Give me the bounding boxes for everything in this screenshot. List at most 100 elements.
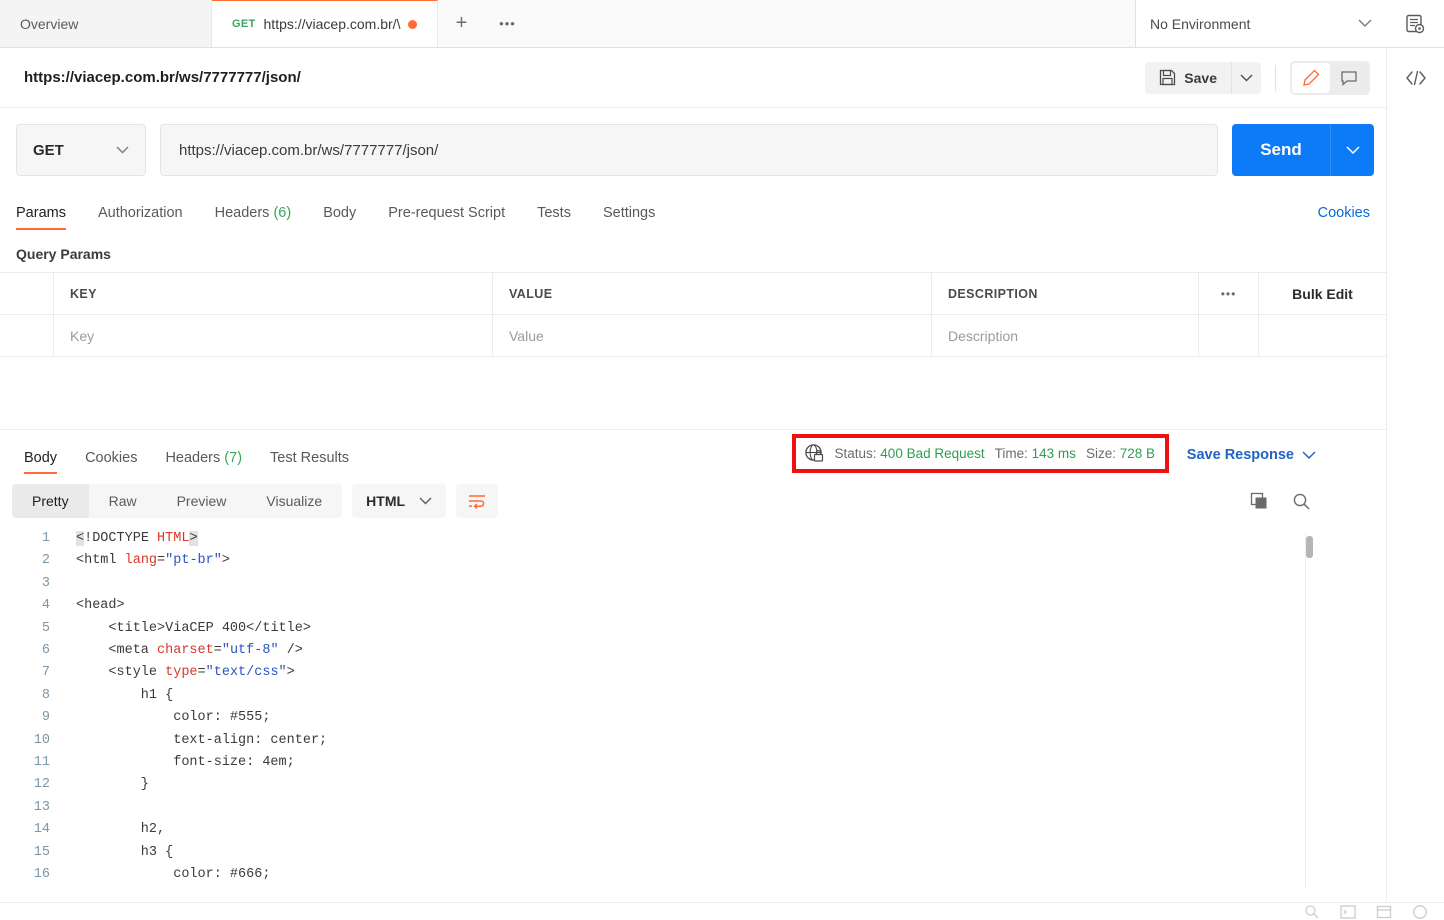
save-button[interactable]: Save	[1145, 61, 1231, 94]
code-line: h2,	[76, 822, 166, 838]
copy-button[interactable]	[1248, 490, 1270, 512]
request-tab-body-label: Body	[323, 205, 357, 221]
search-button[interactable]	[1290, 490, 1312, 512]
code-lines: <!DOCTYPE HTML> <html lang="pt-br"> <head…	[62, 528, 1328, 887]
view-mode-raw[interactable]: Raw	[89, 484, 157, 518]
save-options-button[interactable]	[1231, 61, 1261, 94]
request-tab-headers-count: (6)	[273, 205, 292, 221]
response-tab-test-results[interactable]: Test Results	[270, 450, 349, 474]
code-snippet-button[interactable]	[1387, 48, 1444, 108]
param-key-placeholder: Key	[70, 327, 95, 344]
request-tabs: Params Authorization Headers (6) Body Pr…	[0, 190, 1444, 230]
view-mode-visualize[interactable]: Visualize	[246, 484, 342, 518]
view-mode-pretty-label: Pretty	[32, 493, 69, 509]
code-line: font-size: 4em;	[76, 755, 295, 771]
code-line: <style type="text/css">	[108, 665, 295, 681]
line-number: 10	[33, 732, 50, 748]
request-tab-headers[interactable]: Headers (6)	[215, 205, 292, 230]
status-value: 400 Bad Request	[880, 446, 985, 461]
line-number: 11	[33, 755, 50, 771]
word-wrap-button[interactable]	[456, 484, 499, 518]
response-format-selector[interactable]: HTML	[352, 484, 447, 518]
tab-overview-label: Overview	[20, 15, 79, 32]
line-number: 7	[41, 665, 50, 681]
bulk-edit-button[interactable]: Bulk Edit	[1259, 273, 1386, 314]
param-description-placeholder: Description	[948, 327, 1019, 344]
response-tab-body[interactable]: Body	[24, 450, 58, 474]
response-view-toolbar: Pretty Raw Preview Visualize HTML	[0, 474, 1386, 528]
column-header-value-label: VALUE	[509, 286, 553, 301]
tab-overview[interactable]: Overview	[0, 0, 212, 47]
tab-strip-filler	[530, 0, 1136, 47]
view-mode-toggle	[1290, 60, 1370, 95]
comments-button[interactable]	[1330, 63, 1368, 93]
ellipsis-icon: •••	[499, 16, 516, 31]
request-tab-params[interactable]: Params	[16, 205, 66, 230]
method-label: GET	[33, 141, 64, 159]
request-tab-pre-request-script-label: Pre-request Script	[388, 205, 506, 221]
chevron-down-icon	[1345, 145, 1360, 155]
url-input[interactable]: https://viacep.com.br/ws/7777777/json/	[160, 124, 1218, 176]
save-button-label: Save	[1184, 69, 1217, 86]
request-tab-pre-request-script[interactable]: Pre-request Script	[388, 205, 505, 230]
unsaved-changes-dot	[408, 19, 418, 29]
line-number: 9	[41, 710, 50, 726]
edit-request-button[interactable]	[1292, 62, 1330, 93]
scrollbar-thumb[interactable]	[1306, 536, 1313, 558]
view-mode-preview[interactable]: Preview	[157, 484, 247, 518]
param-key-input[interactable]: Key	[54, 315, 493, 356]
row-bulk-cell	[1259, 315, 1386, 356]
send-options-button[interactable]	[1330, 124, 1374, 176]
param-description-input[interactable]: Description	[932, 315, 1199, 356]
size-label: Size:	[1085, 446, 1116, 461]
request-tab-settings-label: Settings	[602, 205, 656, 221]
request-tab-authorization-label: Authorization	[97, 205, 183, 221]
code-line: h1 {	[76, 687, 174, 703]
response-body-viewer[interactable]: 1 2 3 4 5 6 7 8 9 10 11 12 13 14 15 16 <!DOCTYPE HTML> <…	[0, 528, 1328, 896]
copy-icon	[1250, 492, 1269, 511]
query-params-label: Query Params	[16, 246, 111, 262]
response-status-bar: Status: 400 Bad Request Time: 143 ms Siz…	[791, 434, 1169, 473]
console-icon[interactable]	[1340, 904, 1356, 920]
response-tab-cookies[interactable]: Cookies	[85, 450, 137, 474]
row-checkbox-cell[interactable]	[0, 315, 54, 356]
code-line: <html lang="pt-br">	[76, 553, 230, 569]
column-header-description-label: DESCRIPTION	[948, 286, 1038, 301]
row-options-cell	[1199, 315, 1259, 356]
cookies-link[interactable]: Cookies	[1318, 205, 1370, 230]
new-tab-button[interactable]: +	[438, 0, 485, 47]
response-format-label: HTML	[366, 493, 406, 509]
chevron-down-icon	[1302, 450, 1316, 460]
method-selector[interactable]: GET	[16, 124, 146, 176]
response-scrollbar[interactable]	[1305, 534, 1313, 888]
line-number: 14	[33, 822, 50, 838]
toolbar-divider	[1275, 64, 1276, 91]
request-tab-body[interactable]: Body	[323, 205, 356, 230]
response-tabs: Body Cookies Headers (7) Test Results St…	[0, 430, 1386, 474]
help-icon[interactable]	[1412, 904, 1428, 920]
table-row[interactable]: Key Value Description	[0, 315, 1386, 357]
response-tab-headers[interactable]: Headers (7)	[165, 450, 242, 474]
find-replace-icon[interactable]	[1304, 904, 1320, 920]
request-tab-settings[interactable]: Settings	[603, 205, 655, 230]
view-mode-pretty[interactable]: Pretty	[12, 484, 89, 518]
tab-request-viacep[interactable]: GET https://viacep.com.br/\	[212, 0, 439, 47]
save-response-button[interactable]: Save Response	[1187, 447, 1316, 463]
line-number: 1	[41, 531, 50, 546]
request-tab-params-label: Params	[16, 205, 66, 221]
response-view-modes: Pretty Raw Preview Visualize	[12, 484, 343, 518]
request-tab-authorization[interactable]: Authorization	[98, 205, 183, 230]
environment-quick-look-button[interactable]	[1386, 0, 1444, 47]
layout-icon[interactable]	[1376, 904, 1392, 920]
environment-selector[interactable]: No Environment	[1136, 0, 1386, 47]
ellipsis-icon: •••	[1220, 286, 1237, 301]
request-title-row: https://viacep.com.br/ws/7777777/json/ S…	[0, 48, 1386, 108]
params-options-button[interactable]: •••	[1199, 273, 1259, 314]
tab-options-button[interactable]: •••	[484, 0, 531, 47]
param-value-input[interactable]: Value	[493, 315, 932, 356]
send-button[interactable]: Send	[1232, 124, 1330, 176]
chevron-down-icon	[116, 146, 129, 154]
request-tab-tests[interactable]: Tests	[537, 205, 571, 230]
code-line: <title>ViaCEP 400</title>	[108, 620, 311, 636]
line-number: 5	[41, 620, 50, 636]
